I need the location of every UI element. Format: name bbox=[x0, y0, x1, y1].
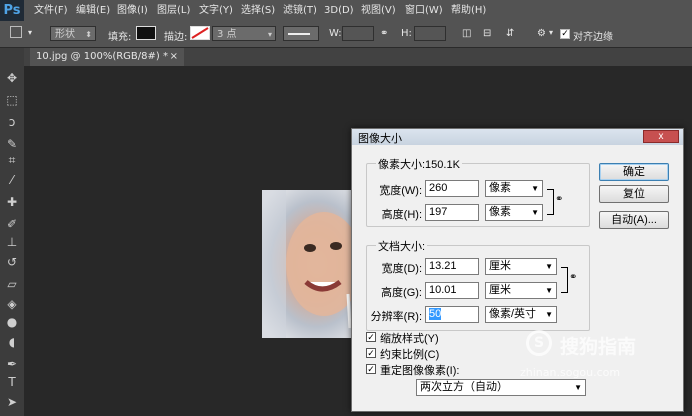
resolution-input[interactable]: 50 bbox=[425, 306, 479, 323]
history-brush-tool-icon[interactable]: ↺ bbox=[4, 254, 20, 270]
healing-brush-tool-icon[interactable]: ✚ bbox=[4, 194, 20, 210]
pen-tool-icon[interactable]: ✒ bbox=[4, 356, 20, 372]
menu-filter[interactable]: 滤镜(T) bbox=[283, 0, 317, 21]
ok-button[interactable]: 确定 bbox=[599, 163, 669, 181]
move-tool-icon[interactable]: ✥ bbox=[4, 70, 20, 86]
dodge-tool-icon[interactable]: ◖ bbox=[4, 334, 20, 350]
resample-image-checkbox[interactable]: ✓ bbox=[366, 364, 376, 374]
pixel-width-label: 宽度(W): bbox=[379, 185, 422, 197]
pixel-height-input[interactable]: 197 bbox=[425, 204, 479, 221]
scale-styles-label: 缩放样式(Y) bbox=[380, 333, 439, 345]
path-alignment-icon[interactable]: ⊟ bbox=[483, 28, 491, 39]
doc-height-label: 高度(G): bbox=[381, 287, 422, 299]
eyedropper-tool-icon[interactable]: ⁄ bbox=[4, 172, 20, 188]
doc-width-label: 宽度(D): bbox=[381, 263, 422, 275]
scale-styles-checkbox[interactable]: ✓ bbox=[366, 332, 376, 342]
pixel-link-bracket bbox=[547, 189, 554, 215]
pixel-dimensions-legend: 像素大小:150.1K bbox=[376, 156, 462, 172]
menu-help[interactable]: 帮助(H) bbox=[451, 0, 486, 21]
eraser-tool-icon[interactable]: ▱ bbox=[4, 276, 20, 292]
resample-image-label: 重定图像像素(I): bbox=[380, 365, 460, 377]
doc-width-unit-select[interactable]: 厘米 ▼ bbox=[485, 258, 557, 275]
path-arrangement-icon[interactable]: ⇵ bbox=[506, 28, 514, 39]
auto-button[interactable]: 自动(A)... bbox=[599, 211, 669, 229]
resolution-label: 分辨率(R): bbox=[370, 311, 422, 323]
width-input[interactable] bbox=[342, 26, 374, 41]
menu-select[interactable]: 选择(S) bbox=[241, 0, 275, 21]
constrain-proportions-label: 约束比例(C) bbox=[380, 349, 440, 361]
align-edges-label: 对齐边缘 bbox=[573, 32, 613, 43]
pixel-width-unit-select[interactable]: 像素 ▼ bbox=[485, 180, 543, 197]
doc-height-input[interactable]: 10.01 bbox=[425, 282, 479, 299]
doc-height-unit-select[interactable]: 厘米 ▼ bbox=[485, 282, 557, 299]
marquee-tool-icon[interactable]: ⬚ bbox=[4, 92, 20, 108]
document-size-legend: 文档大小: bbox=[376, 238, 428, 254]
path-operations-icon[interactable]: ◫ bbox=[462, 28, 471, 39]
toolbox: ✥ ⬚ ↄ ✎ ⌗ ⁄ ✚ ✐ ⊥ ↺ ▱ ◈ ● ◖ ✒ T ➤ bbox=[0, 48, 25, 416]
document-tab-title: 10.jpg @ 100%(RGB/8#) * bbox=[36, 51, 168, 62]
constrain-proportions-checkbox[interactable]: ✓ bbox=[366, 348, 376, 358]
brush-tool-icon[interactable]: ✐ bbox=[4, 216, 20, 232]
gear-icon[interactable]: ⚙ bbox=[537, 28, 546, 39]
menu-file[interactable]: 文件(F) bbox=[34, 0, 68, 21]
paint-bucket-tool-icon[interactable]: ◈ bbox=[4, 296, 20, 312]
watermark-url: zhinan.sogou.com bbox=[520, 366, 621, 379]
fill-swatch[interactable] bbox=[136, 26, 156, 40]
dialog-title: 图像大小 bbox=[358, 133, 402, 145]
tool-preset-chevron-icon[interactable]: ▾ bbox=[28, 28, 32, 37]
path-select-tool-icon[interactable]: ➤ bbox=[4, 394, 20, 410]
pixel-height-label: 高度(H): bbox=[381, 209, 422, 221]
photoshop-logo: Ps bbox=[0, 0, 24, 21]
link-icon[interactable]: ⚭ bbox=[380, 28, 388, 39]
dialog-titlebar[interactable]: 图像大小 x bbox=[352, 129, 683, 145]
blur-tool-icon[interactable]: ● bbox=[4, 314, 20, 330]
menu-window[interactable]: 窗口(W) bbox=[405, 0, 443, 21]
gear-chevron-icon[interactable]: ▾ bbox=[549, 28, 553, 37]
menu-edit[interactable]: 编辑(E) bbox=[76, 0, 110, 21]
menu-layer[interactable]: 图层(L) bbox=[157, 0, 190, 21]
options-bar: ▾ 形状 ⬍ 填充: 描边: 3 点 ▾ W: ⚭ H: ◫ ⊟ ⇵ ⚙ ▾ ✓ 对… bbox=[0, 21, 692, 48]
type-tool-icon[interactable]: T bbox=[4, 374, 20, 390]
lasso-tool-icon[interactable]: ↄ bbox=[4, 114, 20, 130]
doc-chain-link-icon: ⚭ bbox=[569, 272, 578, 283]
rectangle-tool-icon[interactable] bbox=[10, 26, 22, 38]
document-tab[interactable]: 10.jpg @ 100%(RGB/8#) * × bbox=[30, 48, 184, 66]
height-input[interactable] bbox=[414, 26, 446, 41]
w-label: W: bbox=[329, 28, 342, 39]
fill-label: 填充: bbox=[108, 32, 132, 43]
resolution-unit-select[interactable]: 像素/英寸 ▼ bbox=[485, 306, 557, 323]
shape-mode-select[interactable]: 形状 ⬍ bbox=[50, 26, 96, 41]
crop-tool-icon[interactable]: ⌗ bbox=[4, 152, 20, 168]
menu-bar: Ps 文件(F) 编辑(E) 图像(I) 图层(L) 文字(Y) 选择(S) 滤… bbox=[0, 0, 692, 22]
doc-width-input[interactable]: 13.21 bbox=[425, 258, 479, 275]
align-edges-checkbox[interactable]: ✓ bbox=[560, 29, 570, 39]
stroke-width-input[interactable]: 3 点 ▾ bbox=[212, 26, 276, 41]
quick-select-tool-icon[interactable]: ✎ bbox=[4, 136, 20, 152]
pixel-width-input[interactable]: 260 bbox=[425, 180, 479, 197]
document-image bbox=[262, 190, 362, 338]
clone-stamp-tool-icon[interactable]: ⊥ bbox=[4, 234, 20, 250]
child-face-image bbox=[262, 190, 362, 338]
stroke-type-select[interactable] bbox=[283, 26, 319, 41]
watermark-title: 搜狗指南 bbox=[560, 336, 637, 358]
h-label: H: bbox=[401, 28, 412, 39]
menu-view[interactable]: 视图(V) bbox=[361, 0, 396, 21]
no-stroke-icon bbox=[191, 27, 209, 39]
stroke-swatch[interactable] bbox=[190, 26, 210, 40]
pixel-height-unit-select[interactable]: 像素 ▼ bbox=[485, 204, 543, 221]
stroke-label: 描边: bbox=[164, 32, 188, 43]
menu-image[interactable]: 图像(I) bbox=[117, 0, 148, 21]
menu-3d[interactable]: 3D(D) bbox=[324, 0, 354, 21]
reset-button[interactable]: 复位 bbox=[599, 185, 669, 203]
doc-link-bracket bbox=[561, 267, 568, 293]
chain-link-icon: ⚭ bbox=[555, 194, 564, 205]
sogou-logo-icon: S bbox=[526, 330, 552, 356]
dialog-close-button[interactable]: x bbox=[643, 130, 679, 143]
watermark: S 搜狗指南 zhinan.sogou.com bbox=[520, 326, 670, 386]
document-tab-bar: 10.jpg @ 100%(RGB/8#) * × bbox=[24, 48, 692, 66]
tab-close-icon[interactable]: × bbox=[170, 48, 178, 66]
menu-type[interactable]: 文字(Y) bbox=[199, 0, 233, 21]
